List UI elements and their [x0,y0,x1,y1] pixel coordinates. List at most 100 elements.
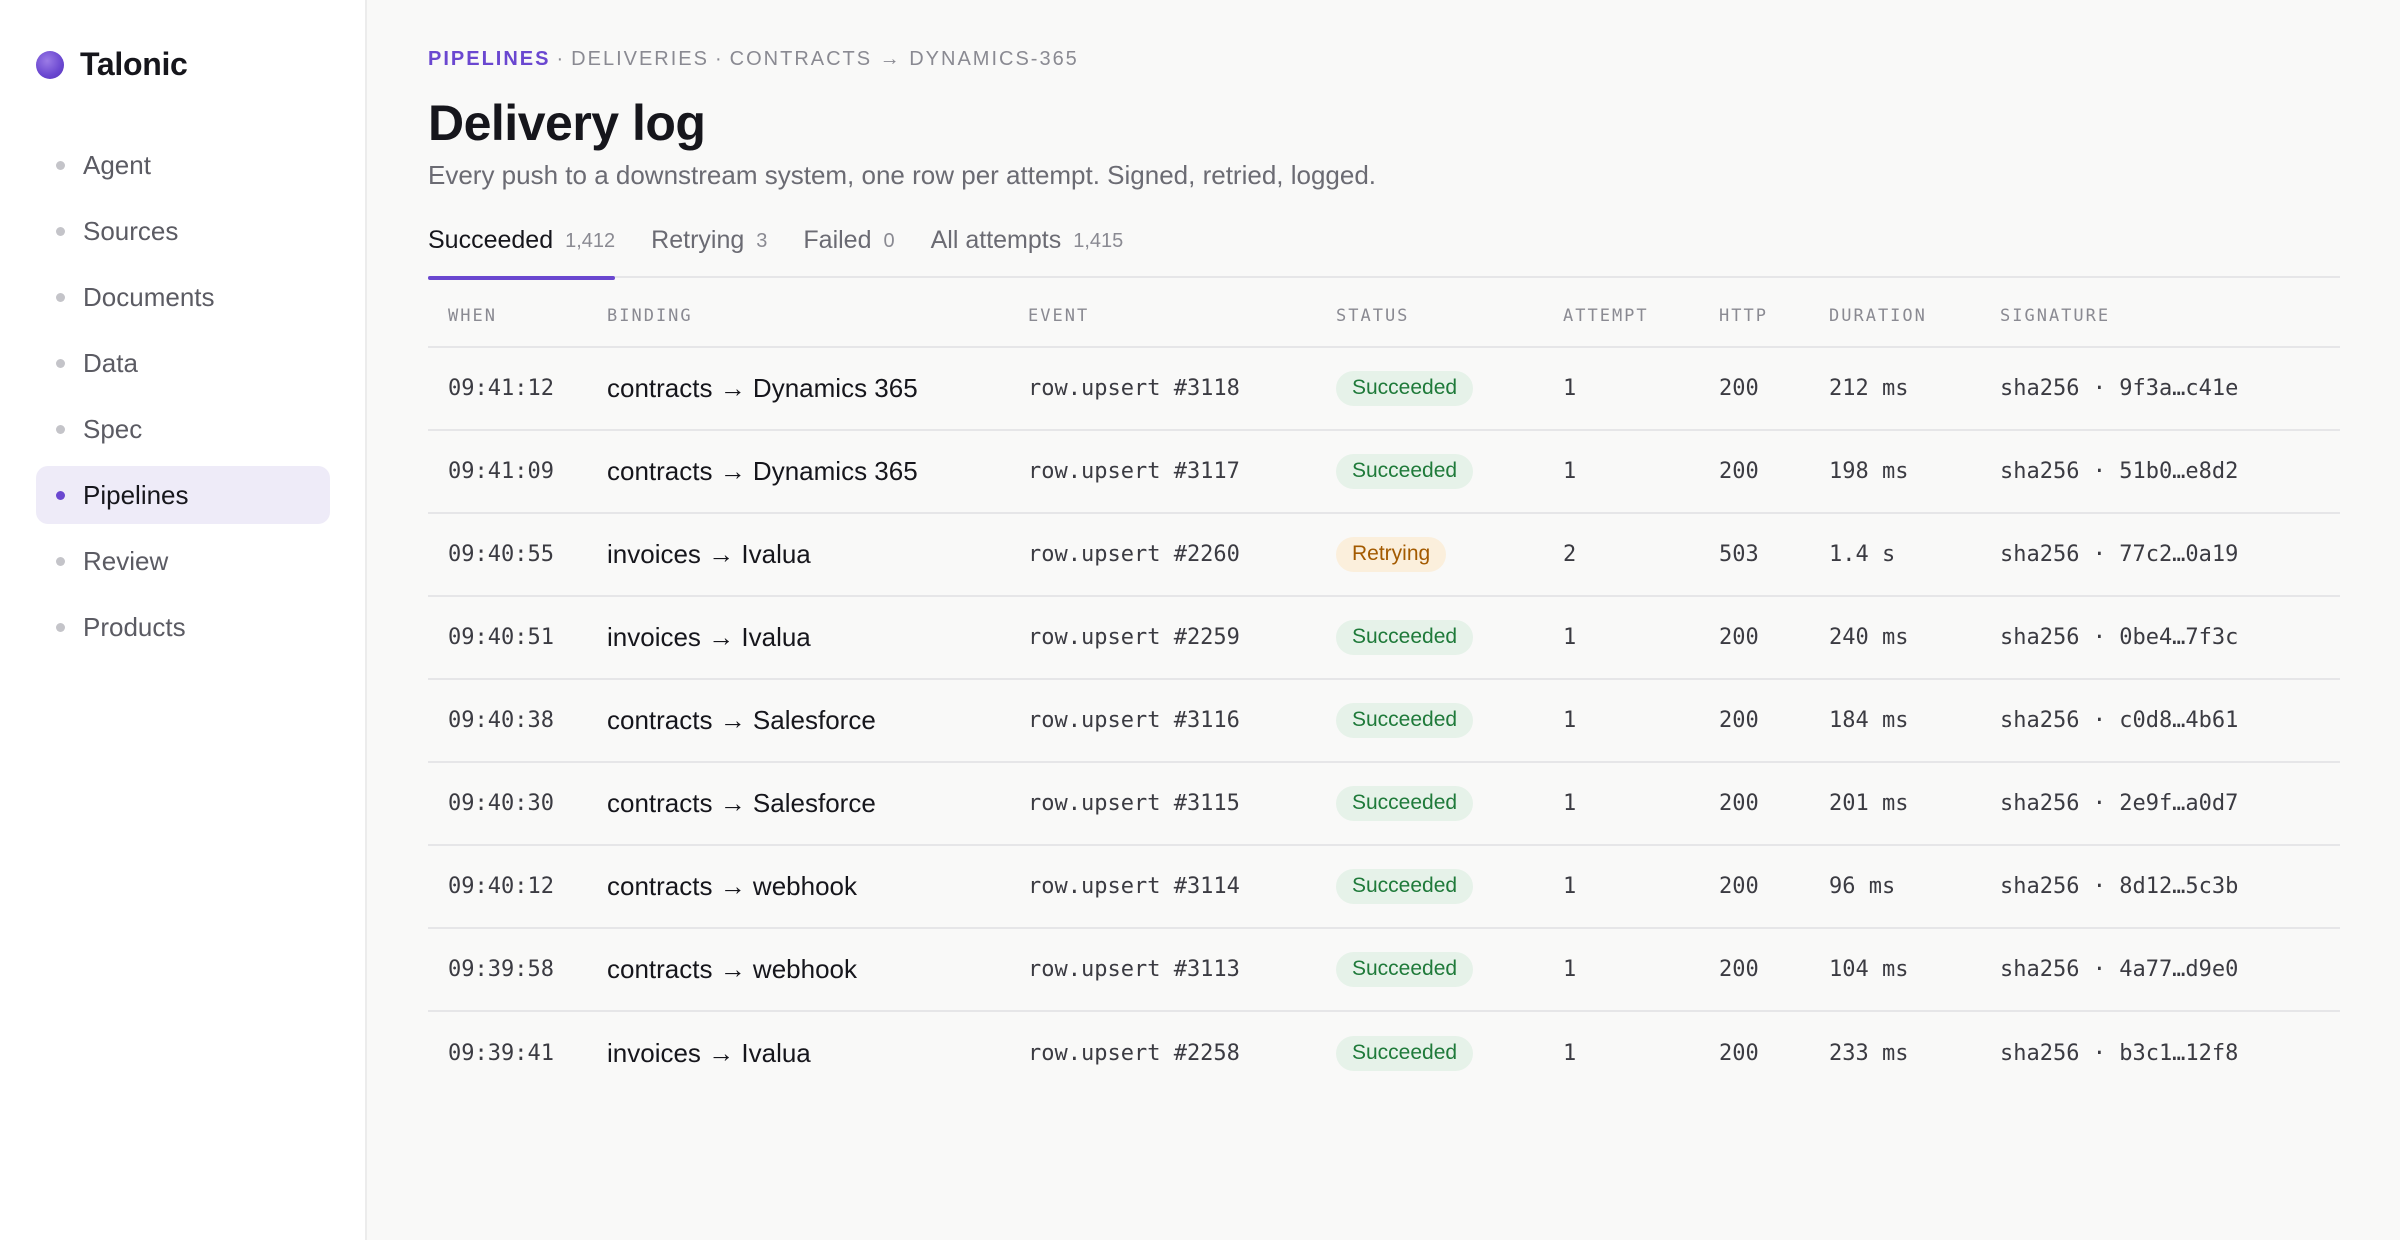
sidebar-item-sources[interactable]: Sources [36,202,330,260]
binding-text: invoices → Ivalua [607,539,811,569]
cell-when: 09:39:58 [448,957,554,982]
cell-status: Succeeded [1336,786,1563,821]
tab-label: All attempts [930,226,1062,254]
status-badge: Succeeded [1336,371,1474,406]
tab-failed[interactable]: Failed 0 [803,222,894,278]
bullet-icon [56,556,65,566]
table-row[interactable]: 09:39:41 invoices → Ivalua row.upsert #225… [428,1012,2340,1095]
cell-when: 09:39:41 [448,1041,554,1066]
cell-duration: 198 ms [1829,459,1909,484]
bullet-icon [56,292,65,302]
tab-label: Failed [803,226,872,254]
cell-when: 09:40:30 [448,791,554,816]
cell-duration: 212 ms [1829,376,1909,401]
sidebar-item-products[interactable]: Products [36,598,330,656]
sidebar-nav: Agent Sources Documents Data Spec Pipeli… [36,136,330,664]
table-row[interactable]: 09:39:58 contracts → webhook row.upsert #3… [428,929,2340,1012]
tab-count: 1,412 [565,230,616,252]
sidebar-item-review[interactable]: Review [36,532,330,590]
tab-label: Retrying [651,226,745,254]
cell-status: Succeeded [1336,454,1563,489]
column-header-status: STATUS [1336,306,1410,326]
cell-binding: invoices → Ivalua [607,539,1028,570]
cell-binding: contracts → Dynamics 365 [607,456,1028,487]
table-row[interactable]: 09:40:12 contracts → webhook row.upsert #3… [428,846,2340,929]
breadcrumb-item-pipelines[interactable]: PIPELINES [428,48,550,70]
cell-event: row.upsert #3117 [1028,459,1240,484]
cell-http: 200 [1719,376,1759,401]
cell-status: Succeeded [1336,703,1563,738]
table-row[interactable]: 09:40:51 invoices → Ivalua row.upsert #225… [428,597,2340,680]
cell-binding: contracts → Salesforce [607,788,1028,819]
cell-signature: sha256 · c0d8…4b61 [2000,708,2239,733]
status-badge: Succeeded [1336,952,1474,987]
cell-http: 200 [1719,625,1759,650]
cell-duration: 1.4 s [1829,542,1896,567]
tab-count: 0 [883,230,895,252]
cell-event: row.upsert #3113 [1028,957,1240,982]
bullet-icon [56,490,65,500]
binding-text: invoices → Ivalua [607,1038,811,1068]
sidebar: Talonic Agent Sources Documents Data Spe… [0,0,367,1240]
cell-http: 200 [1719,957,1759,982]
column-header-signature: SIGNATURE [2000,306,2111,326]
status-badge: Succeeded [1336,620,1474,655]
bullet-icon [56,358,65,368]
cell-attempt: 1 [1563,957,1577,982]
column-header-duration: DURATION [1829,306,1927,326]
tab-count: 1,415 [1073,230,1124,252]
status-tabs: Succeeded 1,412 Retrying 3 Failed 0 All … [428,222,2340,280]
sidebar-item-agent[interactable]: Agent [36,136,330,194]
table-row[interactable]: 09:40:55 invoices → Ivalua row.upsert #226… [428,514,2340,597]
cell-signature: sha256 · 51b0…e8d2 [2000,459,2239,484]
cell-duration: 184 ms [1829,708,1909,733]
cell-attempt: 2 [1563,542,1577,567]
table-row[interactable]: 09:40:30 contracts → Salesforce row.upsert… [428,763,2340,846]
breadcrumb-item-binding: CONTRACTS → DYNAMICS-365 [729,48,1079,70]
cell-binding: contracts → webhook [607,954,1028,985]
sidebar-item-documents[interactable]: Documents [36,268,330,326]
cell-duration: 233 ms [1829,1041,1909,1066]
brand[interactable]: Talonic [36,46,188,83]
binding-text: contracts → webhook [607,954,858,984]
binding-text: invoices → Ivalua [607,622,811,652]
cell-status: Succeeded [1336,952,1563,987]
sidebar-item-label: Products [83,611,186,642]
cell-duration: 240 ms [1829,625,1909,650]
binding-text: contracts → Salesforce [607,705,876,735]
tab-label: Succeeded [428,226,554,254]
table-row[interactable]: 09:40:38 contracts → Salesforce row.upsert… [428,680,2340,763]
sidebar-item-label: Review [83,545,169,576]
binding-text: contracts → Dynamics 365 [607,456,918,486]
status-badge: Succeeded [1336,454,1474,489]
tab-retrying[interactable]: Retrying 3 [651,222,767,278]
cell-event: row.upsert #3116 [1028,708,1240,733]
breadcrumb-item-deliveries[interactable]: DELIVERIES [571,48,709,70]
sidebar-item-data[interactable]: Data [36,334,330,392]
tab-all-attempts[interactable]: All attempts 1,415 [931,222,1124,278]
cell-binding: contracts → Salesforce [607,705,1028,736]
page-subtitle: Every push to a downstream system, one r… [428,160,1377,190]
cell-event: row.upsert #2260 [1028,542,1240,567]
bullet-icon [56,160,65,170]
sidebar-item-pipelines[interactable]: Pipelines [36,466,330,524]
tab-succeeded[interactable]: Succeeded 1,412 [428,222,616,280]
cell-signature: sha256 · 9f3a…c41e [2000,376,2239,401]
page-title: Delivery log [428,95,706,151]
brand-name: Talonic [80,46,188,82]
cell-http: 200 [1719,1041,1759,1066]
cell-binding: contracts → webhook [607,871,1028,902]
tab-count: 3 [756,230,768,252]
cell-status: Succeeded [1336,620,1563,655]
sidebar-item-label: Spec [83,413,143,444]
sidebar-item-spec[interactable]: Spec [36,400,330,458]
cell-when: 09:40:38 [448,708,554,733]
cell-signature: sha256 · 77c2…0a19 [2000,542,2239,567]
cell-status: Retrying [1336,537,1563,572]
status-badge: Succeeded [1336,1036,1474,1071]
table-row[interactable]: 09:41:09 contracts → Dynamics 365 row.upse… [428,431,2340,514]
cell-attempt: 1 [1563,376,1577,401]
binding-text: contracts → Salesforce [607,788,876,818]
table-row[interactable]: 09:41:12 contracts → Dynamics 365 row.upse… [428,348,2340,431]
bullet-icon [56,622,65,632]
